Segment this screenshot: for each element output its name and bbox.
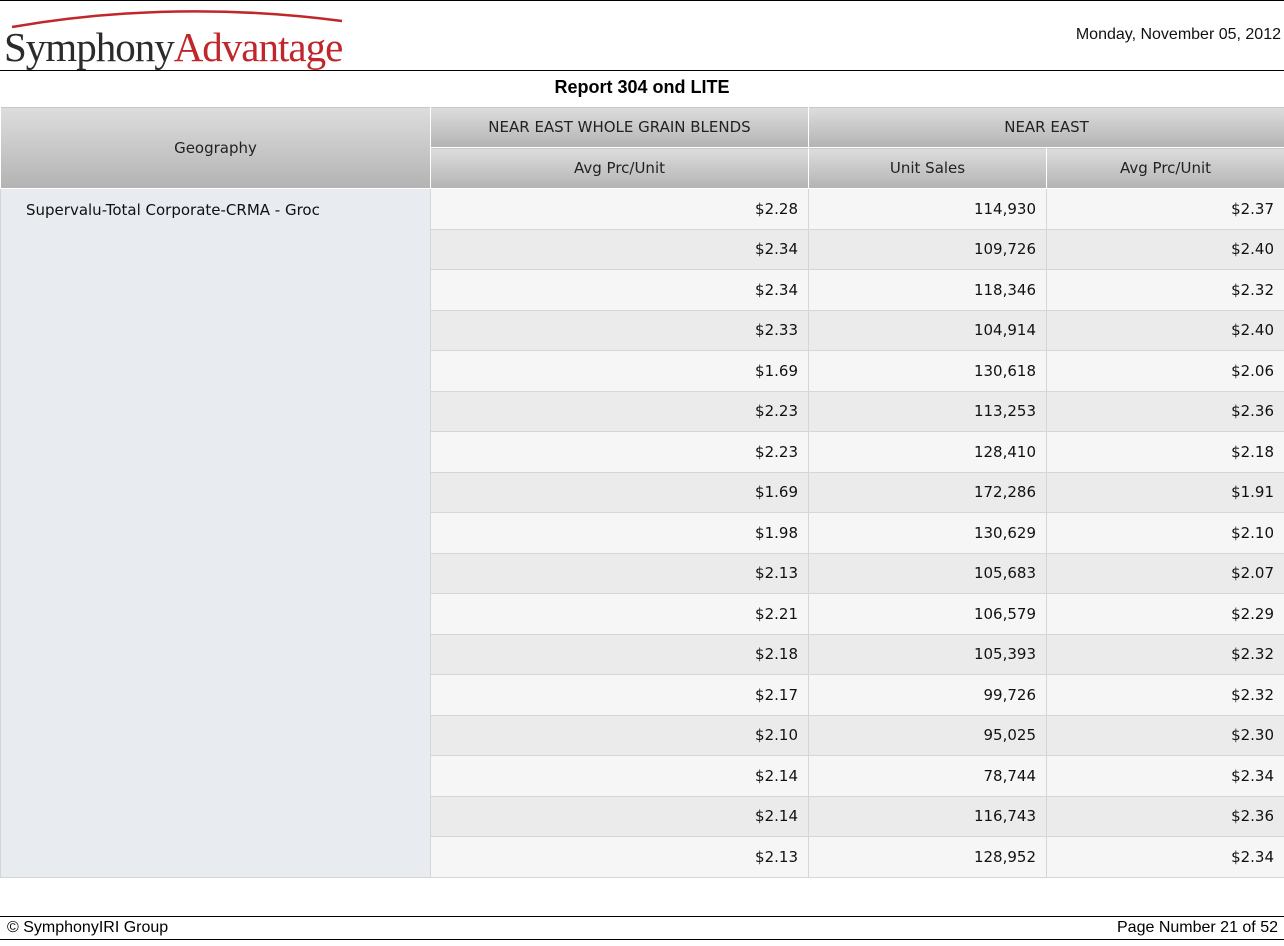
avg-prc-unit-2-cell: $2.18 xyxy=(1045,431,1284,473)
column-header-avg-prc-unit-2: Avg Prc/Unit xyxy=(1045,147,1284,189)
geography-column-header: Geography xyxy=(0,106,431,189)
unit-sales-cell: 78,744 xyxy=(808,755,1047,797)
logo-word-symphony: Symphony xyxy=(4,24,175,70)
unit-sales-cell: 116,743 xyxy=(808,795,1047,837)
unit-sales-cell: 113,253 xyxy=(808,390,1047,432)
avg-prc-unit-2-cell: $2.37 xyxy=(1045,188,1284,230)
avg-prc-unit-cell: $2.23 xyxy=(430,431,809,473)
geography-cell: Supervalu-Total Corporate-CRMA - Groc xyxy=(0,188,431,878)
avg-prc-unit-2-cell: $1.91 xyxy=(1045,471,1284,513)
avg-prc-unit-2-cell: $2.10 xyxy=(1045,512,1284,554)
avg-prc-unit-2-cell: $2.36 xyxy=(1045,795,1284,837)
unit-sales-cell: 99,726 xyxy=(808,674,1047,716)
unit-sales-cell: 95,025 xyxy=(808,714,1047,756)
copyright-text: © SymphonyIRI Group xyxy=(7,919,169,936)
page-header: SymphonyAdvantage Monday, November 05, 2… xyxy=(0,0,1284,71)
avg-prc-unit-2-cell: $2.36 xyxy=(1045,390,1284,432)
avg-prc-unit-cell: $2.13 xyxy=(430,836,809,878)
report-table: Geography NEAR EAST WHOLE GRAIN BLENDS N… xyxy=(0,106,1284,878)
unit-sales-cell: 105,393 xyxy=(808,633,1047,675)
avg-prc-unit-cell: $2.23 xyxy=(430,390,809,432)
unit-sales-cell: 106,579 xyxy=(808,593,1047,635)
report-date: Monday, November 05, 2012 xyxy=(1075,26,1281,43)
unit-sales-cell: 109,726 xyxy=(808,228,1047,270)
unit-sales-cell: 128,952 xyxy=(808,836,1047,878)
avg-prc-unit-2-cell: $2.07 xyxy=(1045,552,1284,594)
avg-prc-unit-2-cell: $2.29 xyxy=(1045,593,1284,635)
avg-prc-unit-2-cell: $2.32 xyxy=(1045,674,1284,716)
page-number: Page Number 21 of 52 xyxy=(1117,919,1278,936)
avg-prc-unit-cell: $1.69 xyxy=(430,350,809,392)
avg-prc-unit-cell: $2.21 xyxy=(430,593,809,635)
avg-prc-unit-2-cell: $2.34 xyxy=(1045,836,1284,878)
group-header-whole-grain-blends: NEAR EAST WHOLE GRAIN BLENDS xyxy=(430,106,809,148)
avg-prc-unit-2-cell: $2.40 xyxy=(1045,228,1284,270)
unit-sales-cell: 104,914 xyxy=(808,309,1047,351)
avg-prc-unit-cell: $2.13 xyxy=(430,552,809,594)
unit-sales-cell: 128,410 xyxy=(808,431,1047,473)
avg-prc-unit-2-cell: $2.32 xyxy=(1045,269,1284,311)
unit-sales-cell: 105,683 xyxy=(808,552,1047,594)
avg-prc-unit-cell: $1.69 xyxy=(430,471,809,513)
avg-prc-unit-cell: $2.34 xyxy=(430,228,809,270)
avg-prc-unit-cell: $1.98 xyxy=(430,512,809,554)
unit-sales-cell: 114,930 xyxy=(808,188,1047,230)
avg-prc-unit-2-cell: $2.34 xyxy=(1045,755,1284,797)
avg-prc-unit-cell: $2.33 xyxy=(430,309,809,351)
column-header-avg-prc-unit: Avg Prc/Unit xyxy=(430,147,809,189)
report-title: Report 304 ond LITE xyxy=(554,77,730,97)
avg-prc-unit-cell: $2.34 xyxy=(430,269,809,311)
avg-prc-unit-2-cell: $2.06 xyxy=(1045,350,1284,392)
symphony-advantage-logo: SymphonyAdvantage xyxy=(4,5,354,69)
avg-prc-unit-cell: $2.28 xyxy=(430,188,809,230)
unit-sales-cell: 118,346 xyxy=(808,269,1047,311)
column-header-unit-sales: Unit Sales xyxy=(808,147,1047,189)
logo-word-advantage: Advantage xyxy=(173,24,344,70)
avg-prc-unit-2-cell: $2.40 xyxy=(1045,309,1284,351)
group-header-near-east: NEAR EAST xyxy=(807,106,1284,148)
avg-prc-unit-cell: $2.18 xyxy=(430,633,809,675)
avg-prc-unit-cell: $2.14 xyxy=(430,755,809,797)
avg-prc-unit-cell: $2.14 xyxy=(430,795,809,837)
avg-prc-unit-cell: $2.17 xyxy=(430,674,809,716)
avg-prc-unit-cell: $2.10 xyxy=(430,714,809,756)
table-body: Supervalu-Total Corporate-CRMA - Groc $2.… xyxy=(0,188,1284,878)
avg-prc-unit-2-cell: $2.32 xyxy=(1045,633,1284,675)
page-footer: © SymphonyIRI Group Page Number 21 of 52 xyxy=(0,916,1284,940)
unit-sales-cell: 130,618 xyxy=(808,350,1047,392)
table-row: Supervalu-Total Corporate-CRMA - Groc $2.… xyxy=(0,188,1284,878)
unit-sales-cell: 130,629 xyxy=(808,512,1047,554)
avg-prc-unit-2-cell: $2.30 xyxy=(1045,714,1284,756)
unit-sales-cell: 172,286 xyxy=(808,471,1047,513)
